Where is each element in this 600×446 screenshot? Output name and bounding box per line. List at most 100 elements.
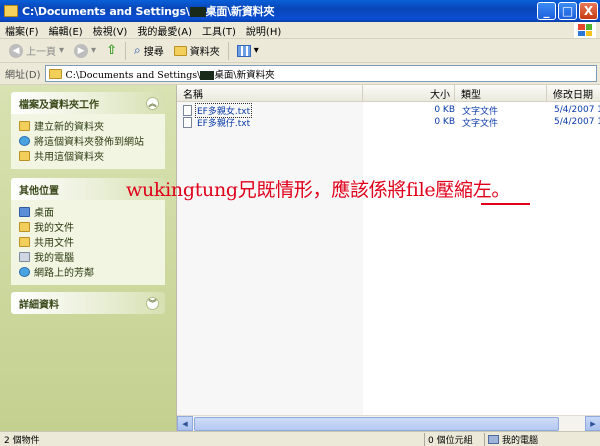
status-object-count: 2 個物件 <box>4 436 40 446</box>
status-divider <box>484 433 485 446</box>
status-size: 0 個位元組 <box>428 436 473 446</box>
toolbar-divider <box>227 41 229 60</box>
title-bar[interactable]: C:\Documents and Settings\ 桌面\新資料夾 _ □ X <box>0 0 600 22</box>
menu-edit[interactable]: 編輯(E) <box>44 23 88 38</box>
text-file-icon <box>183 116 192 128</box>
back-arrow-icon: ◀ <box>9 43 23 58</box>
file-size: 0 KB <box>434 117 455 127</box>
column-type[interactable]: 類型 <box>455 85 547 102</box>
place-my-documents[interactable]: 我的文件 <box>19 219 159 234</box>
scroll-left-icon[interactable]: ◀ <box>177 416 193 431</box>
file-tasks-header[interactable]: 檔案及資料夾工作 ︽ <box>11 92 165 114</box>
horizontal-scrollbar[interactable]: ◀ ▶ <box>177 415 600 431</box>
menu-favorites[interactable]: 我的最愛(A) <box>132 23 197 38</box>
status-bar: 2 個物件 0 個位元組 我的電腦 <box>0 431 600 446</box>
search-label: 搜尋 <box>143 47 164 58</box>
details-header[interactable]: 詳細資料 ︾ <box>11 292 165 314</box>
status-divider <box>424 433 425 446</box>
up-folder-icon: ⇧ <box>106 43 117 58</box>
other-places-title: 其他位置 <box>19 185 59 197</box>
forward-dropdown-icon[interactable]: ▾ <box>91 45 96 56</box>
maximize-button[interactable]: □ <box>558 2 577 20</box>
annotation-text: wukingtung兄既情形，應該係將file壓縮左。 <box>126 179 511 201</box>
forward-arrow-icon: ▶ <box>74 43 89 58</box>
menu-help[interactable]: 說明(H) <box>241 23 286 38</box>
search-button[interactable]: ⌕ 搜尋 <box>129 41 169 61</box>
window-title: C:\Documents and Settings\ 桌面\新資料夾 <box>22 5 275 18</box>
toolbar-divider <box>124 41 126 60</box>
my-documents-icon <box>19 221 30 232</box>
my-computer-icon <box>488 435 499 444</box>
file-type: 文字文件 <box>462 118 499 129</box>
views-button[interactable]: ▾ <box>232 41 264 61</box>
file-name: EF多親仔.txt <box>197 118 251 129</box>
address-label: 網址(D) <box>5 70 41 81</box>
place-label: 桌面 <box>34 208 54 219</box>
expand-chevron-icon[interactable]: ︾ <box>146 296 159 310</box>
task-pane: 檔案及資料夾工作 ︽ 建立新的資料夾 將這個資料夾發佈到網站 共用這個資料夾 其… <box>0 85 176 431</box>
toolbar: ◀ 上一頁 ▾ ▶ ▾ ⇧ ⌕ 搜尋 資料夾 ▾ <box>0 39 600 63</box>
column-modified[interactable]: 修改日期 <box>547 85 600 102</box>
menu-tools[interactable]: 工具(T) <box>197 23 241 38</box>
address-input[interactable]: C:\Documents and Settings\ 桌面\新資料夾 <box>44 65 597 82</box>
place-label: 共用文件 <box>34 238 74 249</box>
views-icon <box>236 44 251 57</box>
address-bar: 網址(D) C:\Documents and Settings\ 桌面\新資料夾 <box>0 63 600 85</box>
menu-file[interactable]: 檔案(F) <box>0 23 44 38</box>
menu-view[interactable]: 檢視(V) <box>88 23 133 38</box>
back-button[interactable]: ◀ 上一頁 ▾ <box>4 41 69 61</box>
share-folder-icon <box>19 150 30 161</box>
redacted-username <box>189 7 206 17</box>
sorted-column-highlight <box>177 102 363 415</box>
status-location-label: 我的電腦 <box>502 436 539 446</box>
folders-label: 資料夾 <box>189 47 220 58</box>
address-path: C:\Documents and Settings\ 桌面\新資料夾 <box>65 69 275 81</box>
minimize-button[interactable]: _ <box>537 2 556 20</box>
file-modified: 5/4/2007 13: <box>554 105 600 115</box>
views-dropdown-icon[interactable]: ▾ <box>254 45 259 56</box>
column-name[interactable]: 名稱 <box>177 85 363 102</box>
collapse-chevron-icon[interactable]: ︽ <box>146 96 159 110</box>
place-label: 網路上的芳鄰 <box>34 268 94 279</box>
place-label: 我的文件 <box>34 223 74 234</box>
forward-button[interactable]: ▶ ▾ <box>69 41 101 61</box>
file-size: 0 KB <box>434 105 455 115</box>
redacted-username <box>200 70 215 80</box>
windows-logo-icon <box>574 22 596 38</box>
file-modified: 5/4/2007 13: <box>554 117 600 127</box>
folder-icon <box>48 68 62 79</box>
task-share-folder[interactable]: 共用這個資料夾 <box>19 148 159 163</box>
close-button[interactable]: X <box>579 2 598 20</box>
status-location: 我的電腦 <box>488 433 538 446</box>
search-icon: ⌕ <box>133 43 141 57</box>
details-panel: 詳細資料 ︾ <box>11 292 165 314</box>
place-shared-documents[interactable]: 共用文件 <box>19 234 159 249</box>
place-network[interactable]: 網路上的芳鄰 <box>19 264 159 279</box>
task-label: 建立新的資料夾 <box>34 122 104 133</box>
up-folder-button[interactable]: ⇧ <box>101 41 122 61</box>
menu-bar: 檔案(F) 編輯(E) 檢視(V) 我的最愛(A) 工具(T) 說明(H) <box>0 22 600 39</box>
folders-button[interactable]: 資料夾 <box>169 41 225 61</box>
place-desktop[interactable]: 桌面 <box>19 204 159 219</box>
annotation-underline <box>481 203 530 205</box>
scroll-right-icon[interactable]: ▶ <box>585 416 600 431</box>
column-headers: 名稱 大小 類型 修改日期 <box>177 85 600 102</box>
file-list[interactable]: 名稱 大小 類型 修改日期 EF多親女.txt 0 KB 文字文件 5/4/20… <box>176 85 600 431</box>
back-label: 上一頁 <box>26 47 56 58</box>
publish-web-icon <box>19 135 30 146</box>
task-publish-web[interactable]: 將這個資料夾發佈到網站 <box>19 133 159 148</box>
column-size[interactable]: 大小 <box>363 85 455 102</box>
file-tasks-title: 檔案及資料夾工作 <box>19 99 99 111</box>
place-my-computer[interactable]: 我的電腦 <box>19 249 159 264</box>
new-folder-icon <box>19 120 30 131</box>
task-label: 共用這個資料夾 <box>34 152 104 163</box>
back-dropdown-icon[interactable]: ▾ <box>59 45 64 56</box>
scrollbar-thumb[interactable] <box>194 416 559 431</box>
task-new-folder[interactable]: 建立新的資料夾 <box>19 118 159 133</box>
file-row[interactable]: EF多親仔.txt 0 KB 文字文件 5/4/2007 13: <box>177 116 600 129</box>
folders-icon <box>173 45 187 56</box>
text-file-icon <box>183 104 192 116</box>
file-tasks-panel: 檔案及資料夾工作 ︽ 建立新的資料夾 將這個資料夾發佈到網站 共用這個資料夾 <box>11 92 165 169</box>
file-row[interactable]: EF多親女.txt 0 KB 文字文件 5/4/2007 13: <box>177 102 600 118</box>
shared-documents-icon <box>19 236 30 247</box>
